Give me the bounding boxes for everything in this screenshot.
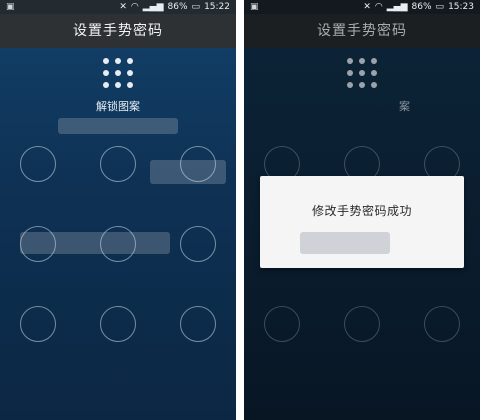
pattern-node-5[interactable] [100, 226, 136, 262]
gallery-icon: ▣ [250, 2, 259, 12]
status-bar: ▣ ✕ ◠ ▂▄▆ 86% ▭ 15:23 [244, 0, 480, 14]
mute-icon: ✕ [363, 2, 371, 12]
success-dialog[interactable]: 修改手势密码成功 [260, 176, 464, 268]
pattern-node-3[interactable] [180, 146, 216, 182]
status-bar: ▣ ✕ ◠ ▂▄▆ 86% ▭ 15:22 [0, 0, 236, 14]
pattern-node-7[interactable] [20, 306, 56, 342]
pattern-node-8 [344, 306, 380, 342]
pattern-node-4[interactable] [20, 226, 56, 262]
signal-icon: ▂▄▆ [142, 2, 164, 12]
signal-icon: ▂▄▆ [386, 2, 408, 12]
status-icons: ✕ ◠ ▂▄▆ 86% ▭ 15:22 [119, 0, 230, 14]
mute-icon: ✕ [119, 2, 127, 12]
battery-text: 86% [411, 2, 432, 12]
pattern-node-2[interactable] [100, 146, 136, 182]
hint-text: 案 [399, 100, 410, 113]
status-icons: ✕ ◠ ▂▄▆ 86% ▭ 15:23 [363, 0, 474, 14]
blurred-area [300, 232, 390, 254]
pattern-node-1[interactable] [20, 146, 56, 182]
battery-text: 86% [167, 2, 188, 12]
right-screen: ▣ ✕ ◠ ▂▄▆ 86% ▭ 15:23 设置手势密码 案 修改手势密码成功 [244, 0, 480, 420]
wifi-icon: ◠ [130, 2, 139, 12]
wifi-icon: ◠ [374, 2, 383, 12]
pattern-node-9[interactable] [180, 306, 216, 342]
pattern-node-9 [424, 306, 460, 342]
pattern-preview-icon [347, 58, 377, 88]
blurred-area [58, 118, 178, 134]
gallery-icon: ▣ [6, 2, 15, 12]
pattern-node-7 [264, 306, 300, 342]
clock: 15:22 [204, 2, 230, 12]
dialog-message: 修改手势密码成功 [311, 204, 412, 218]
battery-icon: ▭ [191, 2, 201, 12]
pattern-preview-icon [103, 58, 133, 88]
clock: 15:23 [448, 2, 474, 12]
pattern-node-6[interactable] [180, 226, 216, 262]
battery-icon: ▭ [435, 2, 445, 12]
page-title: 设置手势密码 [244, 14, 480, 48]
left-screen: ▣ ✕ ◠ ▂▄▆ 86% ▭ 15:22 设置手势密码 解锁图案 [0, 0, 236, 420]
image-divider [236, 0, 244, 420]
hint-text: 解锁图案 [96, 100, 140, 113]
pattern-node-8[interactable] [100, 306, 136, 342]
page-title: 设置手势密码 [0, 14, 236, 48]
